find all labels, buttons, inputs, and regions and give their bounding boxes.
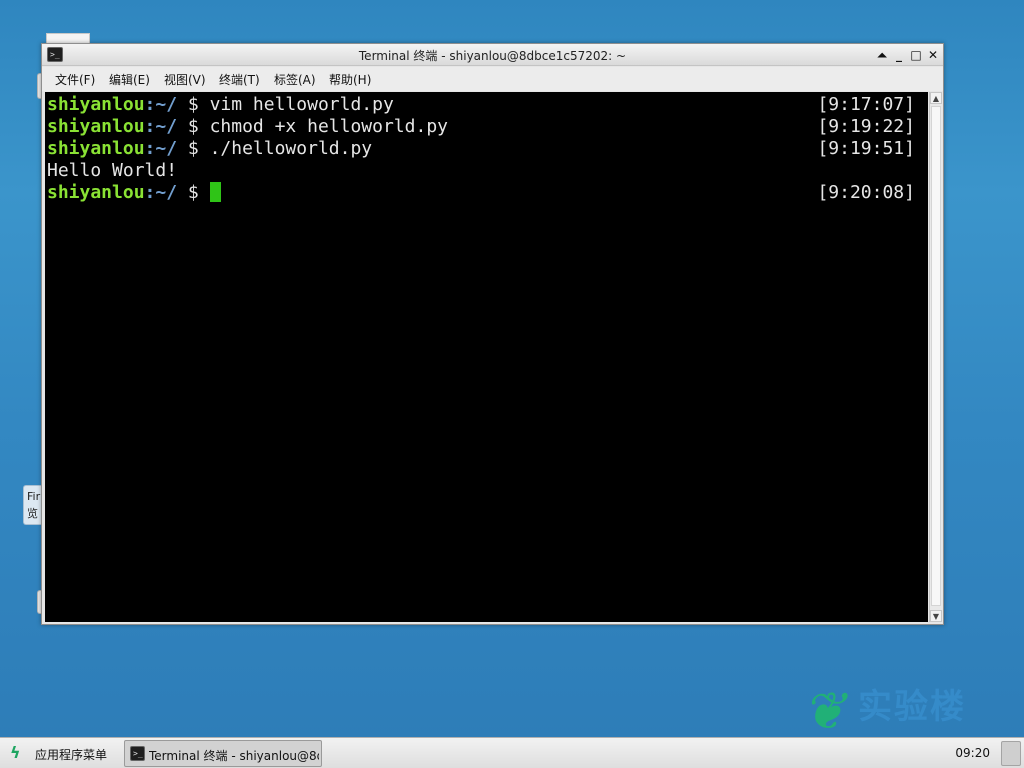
taskbar-terminal-button[interactable]: >_ Terminal 终端 - shiyanlou@8dbce1c57202:… [124,740,322,767]
prompt-user: shiyanlou [47,94,145,115]
menu-help[interactable]: 帮助(H) [329,71,371,88]
command-timestamp: [9:17:07] [817,94,915,115]
prompt-path: :~/ [144,138,178,159]
taskbar: ϟ 应用程序菜单 >_ Terminal 终端 - shiyanlou@8dbc… [0,737,1024,768]
menu-file[interactable]: 文件(F) [55,71,95,88]
terminal-output[interactable]: shiyanlou:~/ $ vim helloworld.py [9:17:0… [45,92,928,622]
menu-bar: 文件(F) 编辑(E) 视图(V) 终端(T) 标签(A) 帮助(H) [42,67,943,91]
command-timestamp: [9:19:51] [817,138,915,159]
show-desktop-button[interactable] [1001,741,1021,766]
scroll-thumb[interactable] [931,106,941,606]
app-menu-icon[interactable]: ϟ [10,744,24,762]
prompt-symbol: $ [177,138,210,159]
firefox-launcher[interactable]: Fir 览 [23,485,43,525]
minimize-button[interactable]: _ [891,47,907,63]
app-menu-button[interactable]: 应用程序菜单 [35,746,107,763]
scroll-up-icon[interactable]: ▲ [930,92,942,104]
close-button[interactable]: ✕ [925,47,941,63]
clock[interactable]: 09:20 [955,746,990,760]
vertical-scrollbar[interactable]: ▲ ▼ [929,92,942,622]
prompt-user: shiyanlou [47,182,145,203]
command-text: chmod +x helloworld.py [209,116,448,137]
terminal-line: shiyanlou:~/ $ ./helloworld.py [47,138,372,160]
prompt-symbol: $ [177,116,210,137]
command-text: ./helloworld.py [209,138,373,159]
prompt-user: shiyanlou [47,138,145,159]
shade-button[interactable]: ⏶ [874,47,890,63]
prompt-symbol: $ [177,182,210,203]
watermark-text: 实验楼 [858,687,966,727]
program-output: Hello World! [47,160,178,181]
title-bar[interactable]: >_ Terminal 终端 - shiyanlou@8dbce1c57202:… [42,44,943,66]
firefox-launcher-label: Fir 览 [27,490,41,520]
prompt-symbol: $ [177,94,210,115]
menu-edit[interactable]: 编辑(E) [109,71,150,88]
terminal-window: >_ Terminal 终端 - shiyanlou@8dbce1c57202:… [41,43,944,625]
menu-tabs[interactable]: 标签(A) [274,71,316,88]
window-title: Terminal 终端 - shiyanlou@8dbce1c57202: ~ [358,49,627,63]
shiyanlou-watermark: ❦ 实验楼 [800,682,1016,742]
scroll-down-icon[interactable]: ▼ [930,610,942,622]
terminal-line: shiyanlou:~/ $ vim helloworld.py [47,94,394,116]
text-cursor [209,182,221,202]
terminal-line: shiyanlou:~/ $ [47,182,221,204]
terminal-icon: >_ [130,746,145,761]
menu-view[interactable]: 视图(V) [164,71,206,88]
taskbar-terminal-label: Terminal 终端 - shiyanlou@8dbce1c57202: ~ [149,749,319,763]
menu-terminal[interactable]: 终端(T) [219,71,260,88]
terminal-line: shiyanlou:~/ $ chmod +x helloworld.py [47,116,448,138]
prompt-path: :~/ [144,116,178,137]
prompt-path: :~/ [144,182,178,203]
command-timestamp: [9:19:22] [817,116,915,137]
command-timestamp: [9:20:08] [817,182,915,203]
command-text: vim helloworld.py [209,94,394,115]
prompt-path: :~/ [144,94,178,115]
prompt-user: shiyanlou [47,116,145,137]
maximize-button[interactable]: □ [908,47,924,63]
